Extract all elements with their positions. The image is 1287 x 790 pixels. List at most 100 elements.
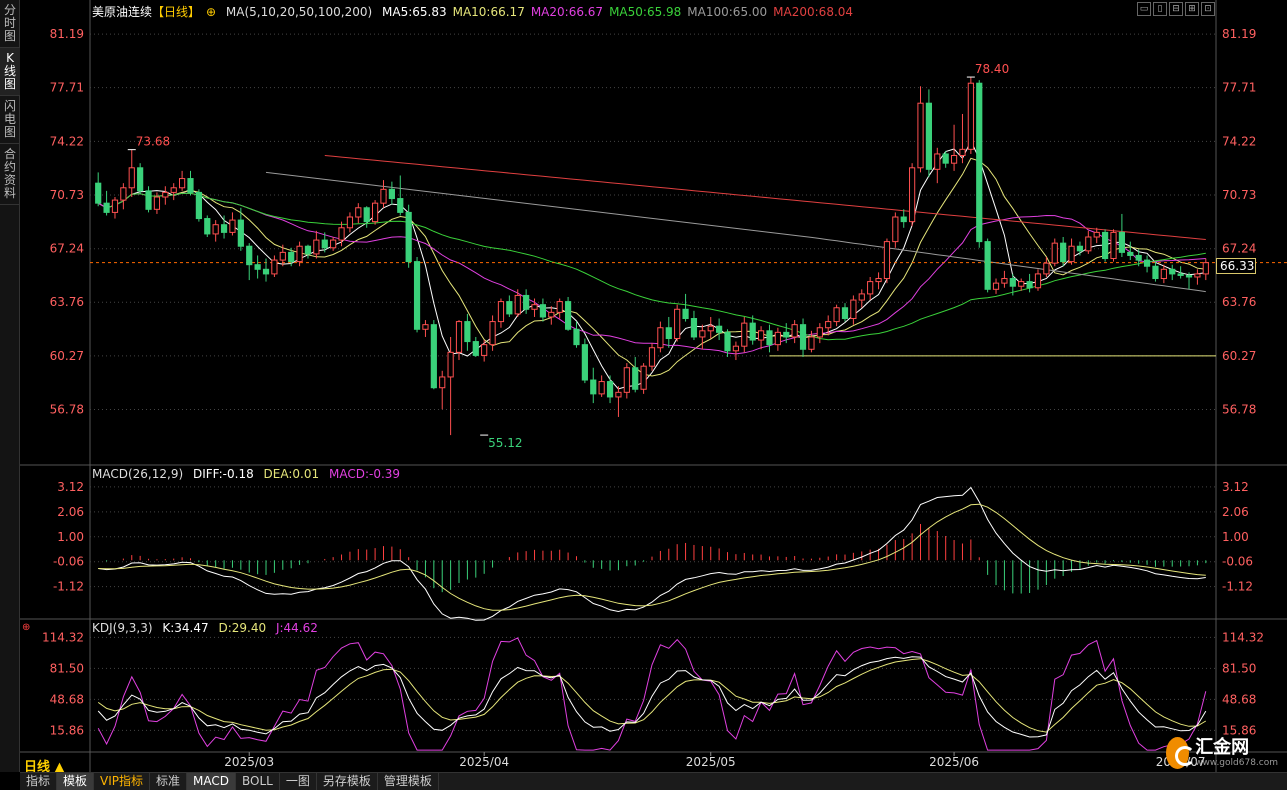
y-tick-left-0-4: 67.24 bbox=[50, 242, 84, 256]
candle-body-13 bbox=[204, 218, 211, 235]
candle-body-65 bbox=[640, 365, 647, 390]
candle-body-82 bbox=[783, 331, 790, 338]
candle-body-97 bbox=[909, 167, 916, 223]
tab-timeshare[interactable]: 分时图 bbox=[0, 0, 20, 48]
candle-body-47 bbox=[489, 321, 496, 346]
candle-body-0 bbox=[95, 182, 102, 204]
y-tick-left-1-0: 3.12 bbox=[57, 480, 84, 494]
y-tick-left-2-0: 114.32 bbox=[42, 630, 84, 644]
candle-body-10 bbox=[179, 178, 186, 189]
bottom-tab-4[interactable]: MACD bbox=[187, 773, 237, 790]
candle-body-20 bbox=[262, 268, 270, 275]
window-control-0[interactable]: ▭ bbox=[1137, 2, 1151, 16]
candle-body-79 bbox=[757, 330, 765, 341]
candle-body-100 bbox=[934, 153, 941, 170]
candle-body-26 bbox=[313, 239, 320, 255]
tab-contract-info[interactable]: 合约资料 bbox=[0, 144, 20, 205]
window-control-3[interactable]: ⊞ bbox=[1185, 2, 1199, 16]
candle-body-72 bbox=[699, 330, 706, 338]
candle-body-14 bbox=[212, 224, 219, 235]
y-tick-left-1-4: -1.12 bbox=[53, 580, 84, 594]
kdj-title: KDJ(9,3,3) bbox=[92, 621, 153, 635]
candle-body-107 bbox=[992, 282, 1000, 290]
window-control-1[interactable]: ▯ bbox=[1153, 2, 1167, 16]
candle-body-18 bbox=[246, 245, 253, 266]
candle-body-56 bbox=[564, 301, 572, 330]
candle-body-122 bbox=[1118, 231, 1125, 253]
candle-body-22 bbox=[279, 251, 286, 261]
chart-canvas[interactable]: 81.19 81.19 77.71 77.71 74.22 74.22 70.73 70.73… bbox=[20, 0, 1287, 772]
candle-body-129 bbox=[1177, 273, 1184, 276]
logo-icon bbox=[1166, 737, 1196, 769]
window-controls: ▭ ▯ ⊟ ⊞ ⊡ bbox=[1137, 2, 1215, 16]
candle-body-55 bbox=[556, 301, 563, 313]
candle-body-59 bbox=[590, 379, 597, 395]
ma-settings: MA(5,10,20,50,100,200) bbox=[225, 5, 373, 19]
candle-body-38 bbox=[413, 261, 421, 330]
window-control-2[interactable]: ⊟ bbox=[1169, 2, 1183, 16]
candle-body-7 bbox=[153, 196, 161, 210]
settings-icon[interactable]: ⊕ bbox=[206, 5, 216, 19]
candle-body-5 bbox=[137, 167, 144, 192]
ma-value-0: MA5:65.83 bbox=[382, 5, 447, 19]
y-tick-right-0-1: 77.71 bbox=[1222, 81, 1256, 95]
candle-body-132 bbox=[1202, 262, 1209, 275]
candle-body-101 bbox=[942, 153, 949, 164]
candle-body-121 bbox=[1110, 231, 1117, 260]
bottom-tab-1[interactable]: 模板 bbox=[57, 773, 95, 790]
candle-body-48 bbox=[497, 301, 505, 323]
candle-body-70 bbox=[682, 308, 689, 320]
candle-body-112 bbox=[1034, 273, 1042, 289]
candle-body-95 bbox=[892, 216, 899, 243]
ma200-line bbox=[324, 155, 1206, 240]
candle-body-123 bbox=[1127, 251, 1134, 256]
bottom-tab-3[interactable]: 标准 bbox=[150, 773, 188, 790]
tab-kline[interactable]: K线图 bbox=[0, 48, 20, 96]
candle-body-12 bbox=[195, 191, 202, 220]
candle-body-64 bbox=[632, 367, 639, 390]
y-tick-left-0-0: 81.19 bbox=[50, 27, 84, 41]
candle-body-51 bbox=[523, 294, 530, 310]
y-tick-right-0-3: 70.73 bbox=[1222, 188, 1256, 202]
annotation-label-1: 55.12 bbox=[488, 436, 522, 450]
candle-body-105 bbox=[976, 82, 983, 243]
bottom-tab-7[interactable]: 另存模板 bbox=[317, 773, 378, 790]
candle-body-11 bbox=[187, 178, 194, 193]
candle-body-29 bbox=[338, 227, 345, 241]
candle-body-111 bbox=[1026, 281, 1033, 289]
price-legend: 美原油连续【日线】 ⊕ MA(5,10,20,50,100,200) MA5:65… bbox=[92, 3, 865, 20]
candle-body-53 bbox=[539, 304, 547, 318]
tab-flash[interactable]: 闪电图 bbox=[0, 96, 20, 144]
candle-body-17 bbox=[237, 219, 244, 247]
candle-body-78 bbox=[749, 322, 756, 341]
candle-body-19 bbox=[254, 264, 261, 270]
x-tick-label-1: 2025/04 bbox=[459, 755, 509, 769]
bottom-tab-2[interactable]: VIP指标 bbox=[94, 773, 151, 790]
candle-body-99 bbox=[925, 102, 933, 170]
x-tick-label-2: 2025/05 bbox=[686, 755, 736, 769]
kdj-k: K:34.47 bbox=[162, 621, 209, 635]
bottom-tab-8[interactable]: 管理模板 bbox=[378, 773, 439, 790]
window-control-4[interactable]: ⊡ bbox=[1201, 2, 1215, 16]
annotation-label-0: 73.68 bbox=[136, 135, 170, 149]
y-tick-right-2-1: 81.50 bbox=[1222, 661, 1256, 675]
bottom-tab-0[interactable]: 指标 bbox=[20, 773, 58, 790]
candle-body-49 bbox=[506, 301, 513, 315]
candle-body-36 bbox=[397, 198, 404, 213]
bottom-tab-6[interactable]: 一图 bbox=[280, 773, 317, 790]
candle-body-6 bbox=[145, 190, 152, 210]
kdj-j: J:44.62 bbox=[275, 621, 318, 635]
logo-name: 汇金网 bbox=[1195, 737, 1250, 758]
bottom-tab-5[interactable]: BOLL bbox=[236, 773, 280, 790]
candle-body-2 bbox=[111, 199, 119, 213]
y-tick-left-0-7: 56.78 bbox=[50, 403, 84, 417]
candle-body-84 bbox=[799, 324, 807, 350]
candle-body-92 bbox=[867, 281, 874, 295]
candle-body-98 bbox=[917, 102, 924, 169]
candle-body-118 bbox=[1085, 236, 1092, 252]
candle-body-63 bbox=[623, 367, 630, 393]
y-tick-left-0-2: 74.22 bbox=[50, 134, 84, 148]
candle-body-44 bbox=[464, 321, 471, 343]
candle-body-21 bbox=[271, 259, 278, 275]
x-tick-label-3: 2025/06 bbox=[929, 755, 979, 769]
